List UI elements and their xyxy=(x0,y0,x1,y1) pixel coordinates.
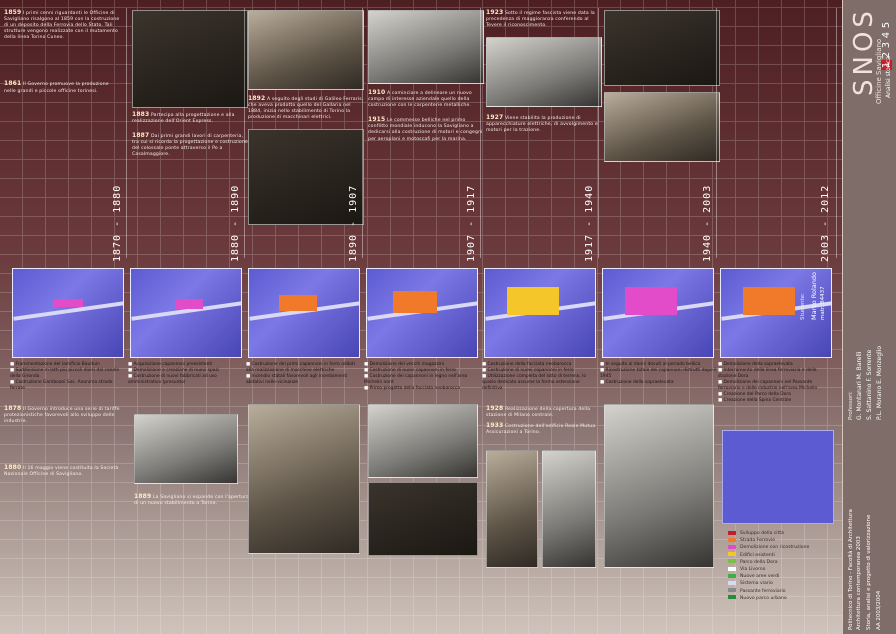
academic-year: AA 2003/2004 xyxy=(876,590,882,630)
period-column-4: 1910 A cominciare a delineare un nuovo c… xyxy=(368,10,484,143)
workers-photo xyxy=(248,129,364,226)
poster-board: 1859 I primi cenni riguardanti le Offici… xyxy=(0,0,896,634)
crane-photo xyxy=(486,450,538,568)
professors-label: Professori: xyxy=(848,391,854,420)
professor-1: G. Montanari M. Barelli xyxy=(856,351,863,420)
map-legend-3: Costruzione dei primi capannoni in ferro… xyxy=(246,362,364,386)
industrial-shed-photo xyxy=(604,404,714,568)
site-map-6 xyxy=(602,268,714,358)
street-photo xyxy=(248,404,360,554)
period-bottom-5: 1928 Realizzazione della copertura della… xyxy=(486,405,596,436)
landscape-photo xyxy=(134,414,238,484)
atelier: Storia, analisi e progetto di valorizzaz… xyxy=(866,514,872,630)
map-legend-5: Costruzione della facciata neobaroccaCos… xyxy=(482,362,600,392)
professor-2: S. Sattanino F. Sorrente xyxy=(866,349,873,420)
period-column-2: 1883 Partecipa alla progettazione e alla… xyxy=(132,10,248,159)
student-matr: matr. 84437 xyxy=(820,286,826,320)
map-legend-1: Frammentazione del lamificio BauduinSudd… xyxy=(10,362,128,392)
map-legend-2: Acquisizione capannoni preesistentiDemol… xyxy=(128,362,246,386)
course: Architettura contemporanea 2003 xyxy=(856,536,862,630)
period-column-6 xyxy=(604,10,720,162)
period-bottom-1: 1878 Il Governo introduce una serie di t… xyxy=(4,405,120,478)
map-legend-4: Demolizione dei vecchi magazziniCostruzi… xyxy=(364,362,482,392)
period-label-1: 1870 - 1880 xyxy=(112,184,123,262)
student-label: Studente: xyxy=(800,293,806,320)
color-legend: Sviluppo della città Strada Ferrovie Dem… xyxy=(728,530,836,602)
site-map-4 xyxy=(366,268,478,358)
period-label-4: 1907 - 1917 xyxy=(466,184,477,262)
period-label-2: 1880 - 1890 xyxy=(230,184,241,262)
site-map-5 xyxy=(484,268,596,358)
professor-3: P.L. Morano E. Monzeglio xyxy=(876,345,883,420)
period-label-6: 1940 - 2003 xyxy=(702,184,713,262)
map-legend-7: Demolizione della sopraelevataInterramen… xyxy=(718,362,836,404)
site-map-1 xyxy=(12,268,124,358)
period-column-5: 1923 Sotto il regime fascista viene data… xyxy=(486,9,602,135)
period-column-3: 1892 A seguito degli studi di Galileo Fe… xyxy=(248,10,364,226)
period-label-7: 2003 - 2012 xyxy=(820,184,831,262)
workshop-photo xyxy=(248,10,364,90)
building-photo xyxy=(368,482,478,556)
map-legend-6: In seguito ai danni dovuti al periodo be… xyxy=(600,362,718,386)
period-label-5: 1917 - 1940 xyxy=(584,184,595,262)
section-label: Analisi storica xyxy=(885,56,892,98)
hall-photo xyxy=(368,10,484,84)
factory-exterior-photo xyxy=(486,37,602,108)
period-label-3: 1890 - 1907 xyxy=(348,184,359,262)
site-map-3 xyxy=(248,268,360,358)
train-drawing-image xyxy=(132,10,248,108)
site-map-2 xyxy=(130,268,242,358)
institution: Politecnico di Torino - Facoltà di Archi… xyxy=(848,509,854,630)
turbine-photo xyxy=(604,10,720,86)
locomotive-photo xyxy=(604,92,720,162)
period-column-1: 1859 I primi cenni riguardanti le Offici… xyxy=(4,9,120,94)
student-name: Marco Rolando xyxy=(810,272,818,320)
tram-photo xyxy=(368,404,478,478)
project-plan-map xyxy=(722,430,834,524)
tower-photo xyxy=(542,450,596,568)
period-bottom-2: 1889 La Savigliano si espande con l'aper… xyxy=(134,493,250,507)
